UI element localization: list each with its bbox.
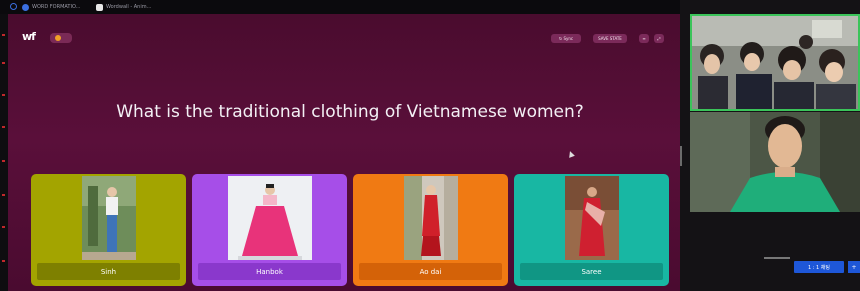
answer-image	[564, 176, 619, 260]
globe-icon	[22, 3, 29, 11]
menu-button[interactable]: ≡	[639, 34, 649, 43]
answer-label: Ao dai	[359, 263, 502, 280]
chat-button[interactable]: 1 : 1 채팅	[794, 261, 844, 273]
browser-tab-wordwall[interactable]: Wordwall - Anim...	[96, 2, 151, 12]
red-marker	[2, 194, 5, 196]
tab-label: Wordwall - Anim...	[106, 4, 152, 10]
red-marker	[2, 260, 5, 262]
panel-resize-handle[interactable]	[680, 146, 682, 166]
red-marker	[2, 126, 5, 128]
browser-tab-bar: WORD FORMATIO... Wordwall - Anim...	[0, 0, 680, 15]
answer-card-ao-dai[interactable]: Ao dai	[353, 174, 508, 286]
answer-card-sinh[interactable]: Sinh	[31, 174, 186, 286]
answer-card-hanbok[interactable]: Hanbok	[192, 174, 347, 286]
answer-image	[227, 176, 312, 260]
more-button[interactable]: +	[848, 261, 860, 273]
question-text: What is the traditional clothing of Viet…	[116, 102, 584, 122]
player-pill[interactable]	[50, 33, 72, 43]
answer-label: Saree	[520, 263, 663, 280]
red-marker	[2, 34, 5, 36]
participant-video-group[interactable]	[690, 14, 860, 111]
red-marker	[2, 226, 5, 228]
sync-button[interactable]: ↻ Sync	[551, 34, 581, 43]
participant-video-single[interactable]	[690, 112, 860, 212]
coin-icon	[55, 35, 61, 41]
divider	[764, 257, 790, 259]
red-marker	[2, 62, 5, 64]
wordwall-logo: wf	[22, 30, 36, 43]
page-icon	[96, 3, 103, 11]
save-state-button[interactable]: SAVE STATE	[593, 34, 627, 43]
browser-home-icon[interactable]	[10, 3, 17, 10]
tab-label: WORD FORMATIO...	[32, 4, 81, 10]
answer-image	[81, 176, 136, 260]
browser-tab-word-formation[interactable]: WORD FORMATIO...	[22, 2, 80, 12]
answer-image	[403, 176, 458, 260]
red-marker	[2, 94, 5, 96]
left-side-strip	[0, 14, 8, 291]
answer-label: Hanbok	[198, 263, 341, 280]
fullscreen-button[interactable]: ⤢	[654, 34, 664, 43]
answer-label: Sinh	[37, 263, 180, 280]
answer-card-saree[interactable]: Saree	[514, 174, 669, 286]
red-marker	[2, 160, 5, 162]
